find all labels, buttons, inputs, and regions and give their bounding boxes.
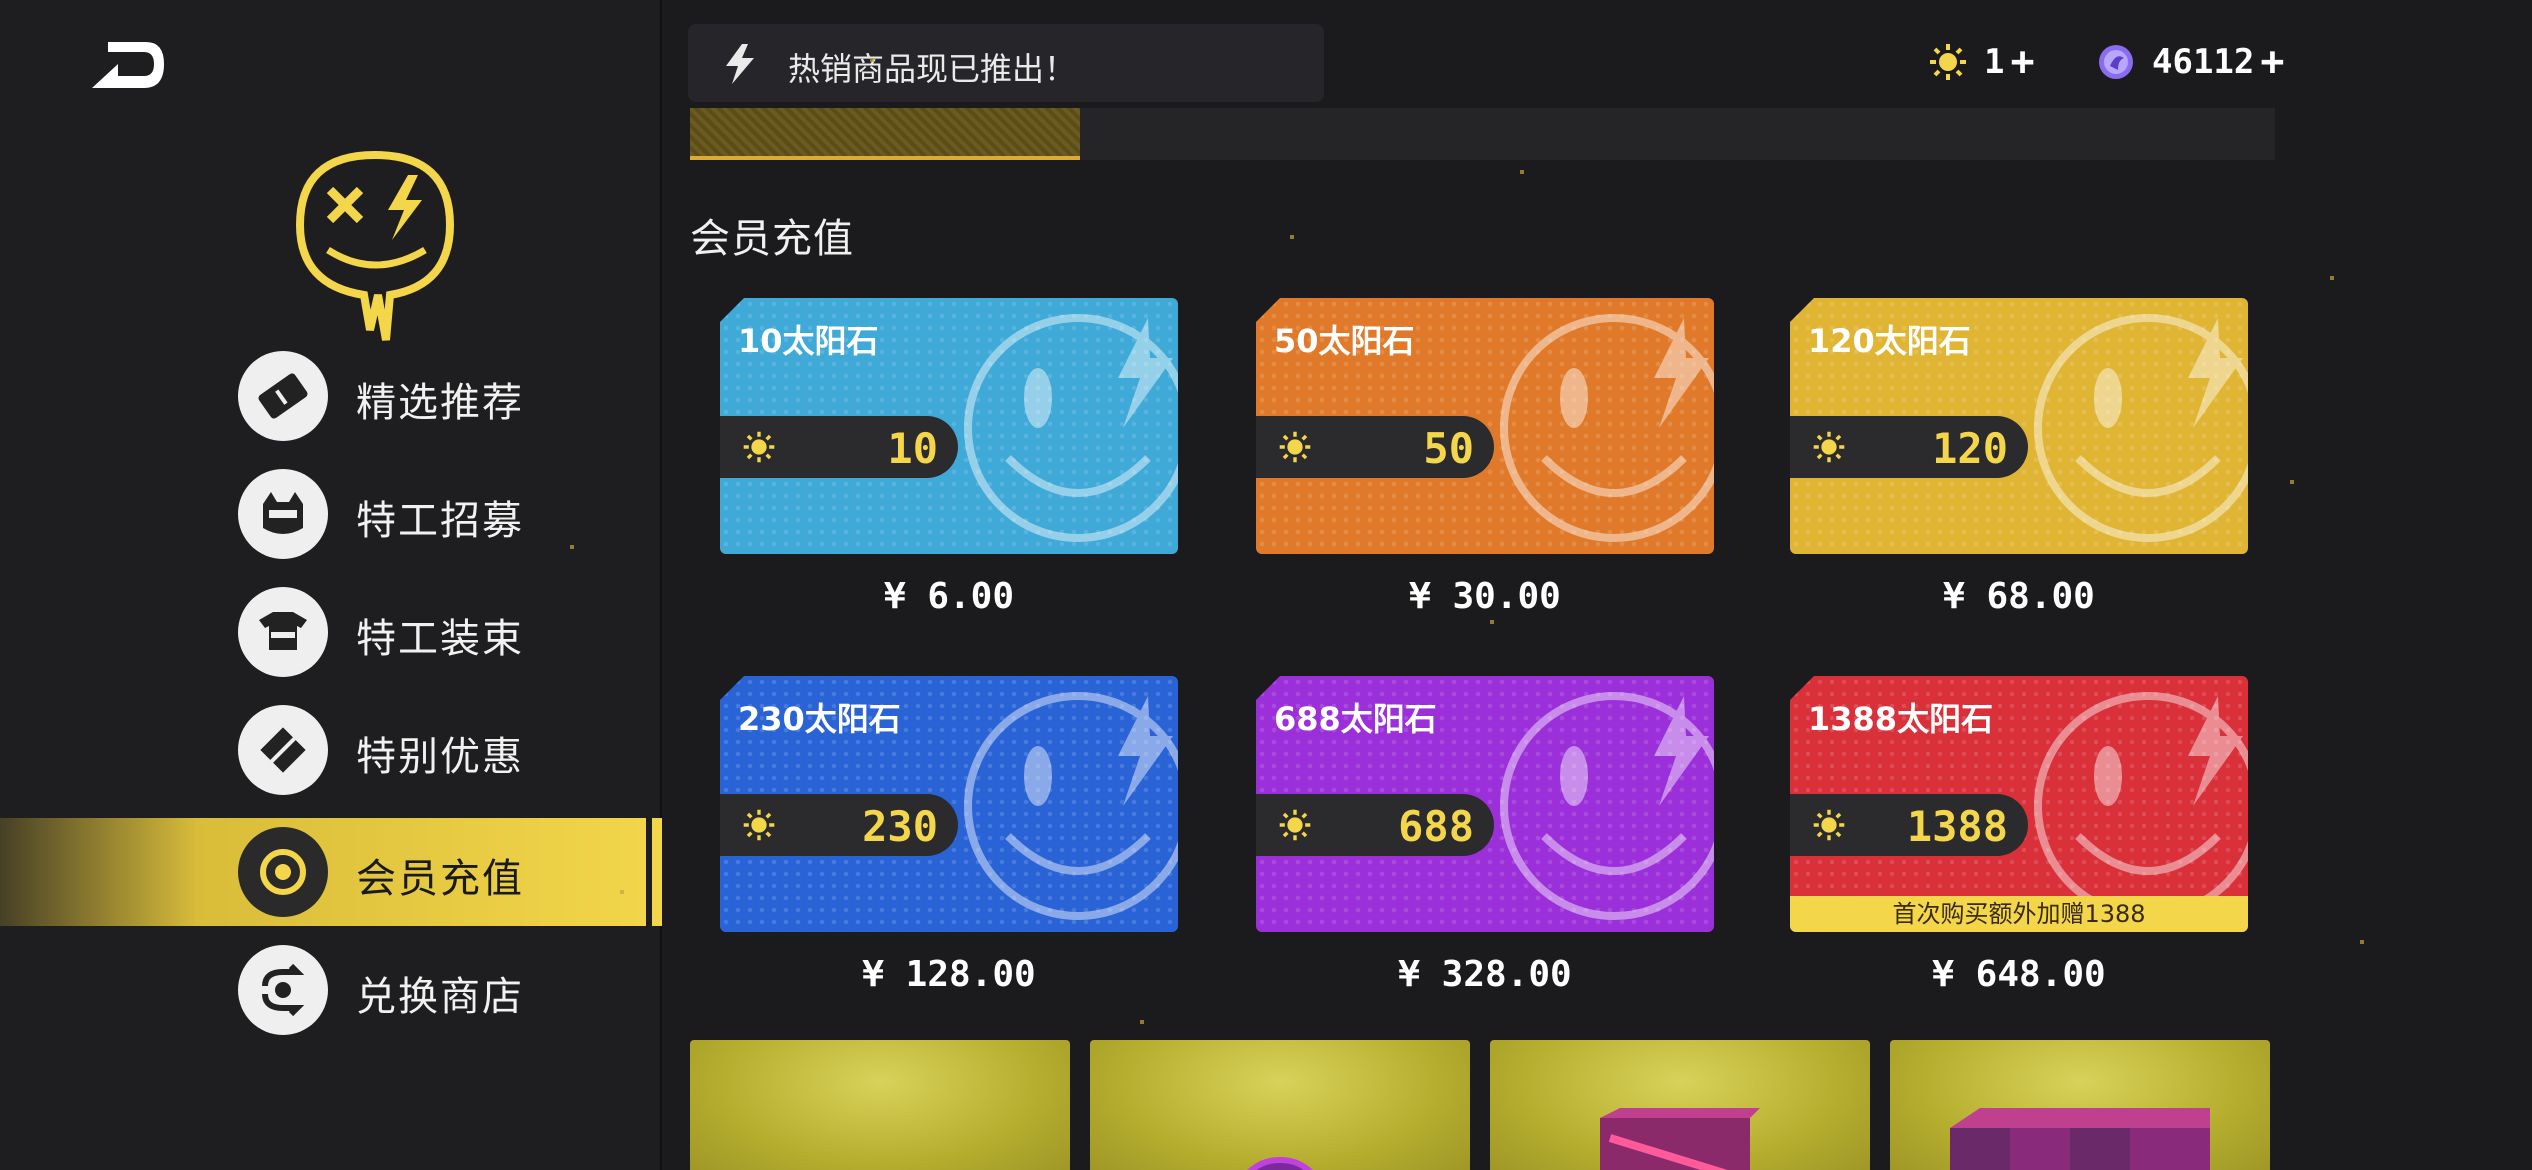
tab-strip <box>690 108 2275 160</box>
smiley-watermark-icon <box>964 692 1178 920</box>
sidebar-item-outfits[interactable]: 特工装束 <box>0 578 662 686</box>
sidebar-item-label: 会员充值 <box>356 856 524 902</box>
pack-title: 50太阳石 <box>1274 322 1415 360</box>
pack-amount: 50 <box>1423 424 1474 473</box>
sunstone-icon <box>743 809 775 841</box>
sidebar-item-label: 精选推荐 <box>356 380 524 426</box>
sidebar-item-special-offers[interactable]: 特别优惠 <box>0 696 662 804</box>
sidebar: 精选推荐 特工招募 特工装束 特别优惠 会员充值 兑换商店 <box>0 0 662 1170</box>
smiley-watermark-icon <box>2034 692 2248 920</box>
pack-title: 1388太阳石 <box>1808 700 1994 738</box>
gem-icon <box>2099 45 2133 79</box>
topup-pack-50[interactable]: 50太阳石 50 <box>1256 298 1714 554</box>
sunstone-icon <box>1813 809 1845 841</box>
smiley-watermark-icon <box>964 314 1178 542</box>
pack-title: 230太阳石 <box>738 700 901 738</box>
exchange-icon <box>238 945 328 1035</box>
pack-amount: 10 <box>887 424 938 473</box>
shop-item-card[interactable] <box>690 1040 1070 1170</box>
topup-pack-688[interactable]: 688太阳石 688 <box>1256 676 1714 932</box>
pack-price: ¥ 30.00 <box>1409 576 1561 617</box>
add-gem-button[interactable]: + <box>2260 39 2284 85</box>
pack-title: 688太阳石 <box>1274 700 1437 738</box>
pack-price: ¥ 648.00 <box>1932 954 2106 995</box>
shop-item-card[interactable] <box>1890 1040 2270 1170</box>
pack-amount: 688 <box>1398 802 1474 851</box>
ambient-spark <box>1490 620 1494 624</box>
sunstone-icon <box>1930 44 1966 80</box>
gem-balance[interactable]: 46112 + <box>2096 34 2284 90</box>
ambient-spark <box>1520 170 1524 174</box>
cat-agent-icon <box>238 469 328 559</box>
crates-bundle-icon <box>1950 1108 2210 1170</box>
ambient-spark <box>1290 235 1294 239</box>
sidebar-item-exchange-shop[interactable]: 兑换商店 <box>0 936 662 1044</box>
amount-pill: 688 <box>1256 794 1494 856</box>
ambient-spark <box>870 58 874 62</box>
pack-price: ¥ 6.00 <box>883 576 1015 617</box>
discount-icon <box>238 705 328 795</box>
sidebar-item-label: 特工装束 <box>356 616 524 662</box>
outfit-icon <box>238 587 328 677</box>
pack-title: 120太阳石 <box>1808 322 1971 360</box>
pack-price: ¥ 128.00 <box>862 954 1036 995</box>
tab-active[interactable] <box>690 108 1080 160</box>
lightning-icon <box>726 44 754 84</box>
back-icon[interactable] <box>88 36 168 92</box>
sunstone-balance[interactable]: 1 + <box>1928 34 2035 90</box>
brand-smiley-logo <box>295 150 455 341</box>
amount-pill: 120 <box>1790 416 2028 478</box>
sunstone-icon <box>1279 431 1311 463</box>
topup-pack-10[interactable]: 10太阳石 10 <box>720 298 1178 554</box>
sidebar-item-label: 特别优惠 <box>356 734 524 780</box>
smiley-watermark-icon <box>2034 314 2248 542</box>
sunstone-icon <box>1813 431 1845 463</box>
gem-amount: 46112 <box>2152 42 2255 82</box>
shop-item-card[interactable] <box>1090 1040 1470 1170</box>
section-title: 会员充值 <box>690 216 854 262</box>
orb-icon <box>1247 1157 1313 1170</box>
ambient-spark <box>2290 480 2294 484</box>
ambient-spark <box>570 545 574 549</box>
amount-pill: 1388 <box>1790 794 2028 856</box>
pack-amount: 1388 <box>1906 802 2008 851</box>
smiley-watermark-icon <box>1500 314 1714 542</box>
pack-title: 10太阳石 <box>738 322 879 360</box>
sidebar-item-recruit[interactable]: 特工招募 <box>0 460 662 568</box>
smiley-watermark-icon <box>1500 692 1714 920</box>
sidebar-item-featured[interactable]: 精选推荐 <box>0 342 662 450</box>
crate-icon <box>1600 1108 1760 1170</box>
sunstone-icon <box>1279 809 1311 841</box>
sunstone-icon <box>743 431 775 463</box>
pack-price: ¥ 68.00 <box>1943 576 2095 617</box>
ambient-spark <box>620 890 624 894</box>
topup-pack-230[interactable]: 230太阳石 230 <box>720 676 1178 932</box>
shop-item-card[interactable] <box>1490 1040 1870 1170</box>
sidebar-item-membership-topup[interactable]: 会员充值 <box>0 818 662 926</box>
sunstone-amount: 1 <box>1984 42 2005 82</box>
sidebar-item-label: 特工招募 <box>356 498 524 544</box>
pack-price: ¥ 328.00 <box>1398 954 1572 995</box>
amount-pill: 230 <box>720 794 958 856</box>
pack-amount: 120 <box>1932 424 2008 473</box>
pack-amount: 230 <box>862 802 938 851</box>
amount-pill: 10 <box>720 416 958 478</box>
coin-target-icon <box>238 827 328 917</box>
ambient-spark <box>2360 940 2364 944</box>
ambient-spark <box>1140 1020 1144 1024</box>
topup-pack-1388[interactable]: 1388太阳石 1388 首次购买额外加赠1388 <box>1790 676 2248 932</box>
topup-pack-120[interactable]: 120太阳石 120 <box>1790 298 2248 554</box>
sidebar-item-label: 兑换商店 <box>356 974 524 1020</box>
ambient-spark <box>2330 276 2334 280</box>
amount-pill: 50 <box>1256 416 1494 478</box>
add-sunstone-button[interactable]: + <box>2010 39 2034 85</box>
promo-text: 热销商品现已推出！ <box>788 50 1077 88</box>
ticket-icon <box>238 351 328 441</box>
promo-banner[interactable]: 热销商品现已推出！ <box>688 24 1324 102</box>
first-purchase-bonus: 首次购买额外加赠1388 <box>1790 896 2248 932</box>
